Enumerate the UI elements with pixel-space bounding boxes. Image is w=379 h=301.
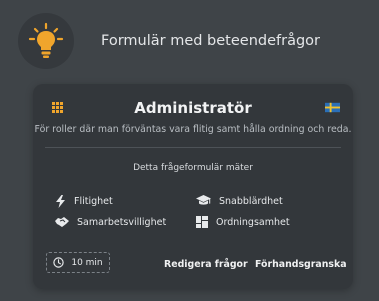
trait-item: Snabblärdhet (196, 195, 283, 207)
graduation-cap-icon (196, 195, 211, 205)
trait-item: Ordningsamhet (196, 216, 290, 228)
page-title: Formulär med beteendefrågor (101, 33, 321, 49)
lightbulb-icon (28, 22, 64, 58)
trait-label: Snabblärdhet (219, 195, 283, 207)
questionnaire-card[interactable]: Administratör För roller där man förvänt… (33, 84, 353, 289)
duration-label: 10 min (71, 257, 103, 268)
handshake-icon (55, 217, 69, 227)
divider (45, 147, 341, 148)
edit-questions-button[interactable]: Redigera frågor (164, 259, 248, 270)
logo (18, 13, 74, 69)
trait-label: Flitighet (74, 196, 113, 207)
lightning-icon (56, 195, 65, 208)
card-subtitle: För roller där man förväntas vara flitig… (34, 124, 352, 135)
trait-item: Samarbetsvillighet (55, 216, 166, 228)
dashboard-icon (196, 216, 208, 228)
trait-label: Ordningsamhet (216, 216, 290, 228)
clock-icon (53, 257, 65, 268)
duration-badge: 10 min (46, 252, 110, 273)
card-title: Administratör (134, 99, 252, 117)
swedish-flag-icon (325, 102, 340, 113)
measures-heading: Detta frågeformulär mäter (133, 163, 253, 173)
trait-item: Flitighet (55, 195, 113, 208)
preview-button[interactable]: Förhandsgranska (255, 259, 347, 270)
trait-label: Samarbetsvillighet (77, 216, 167, 228)
app-header: Formulär med beteendefrågor (0, 0, 379, 80)
